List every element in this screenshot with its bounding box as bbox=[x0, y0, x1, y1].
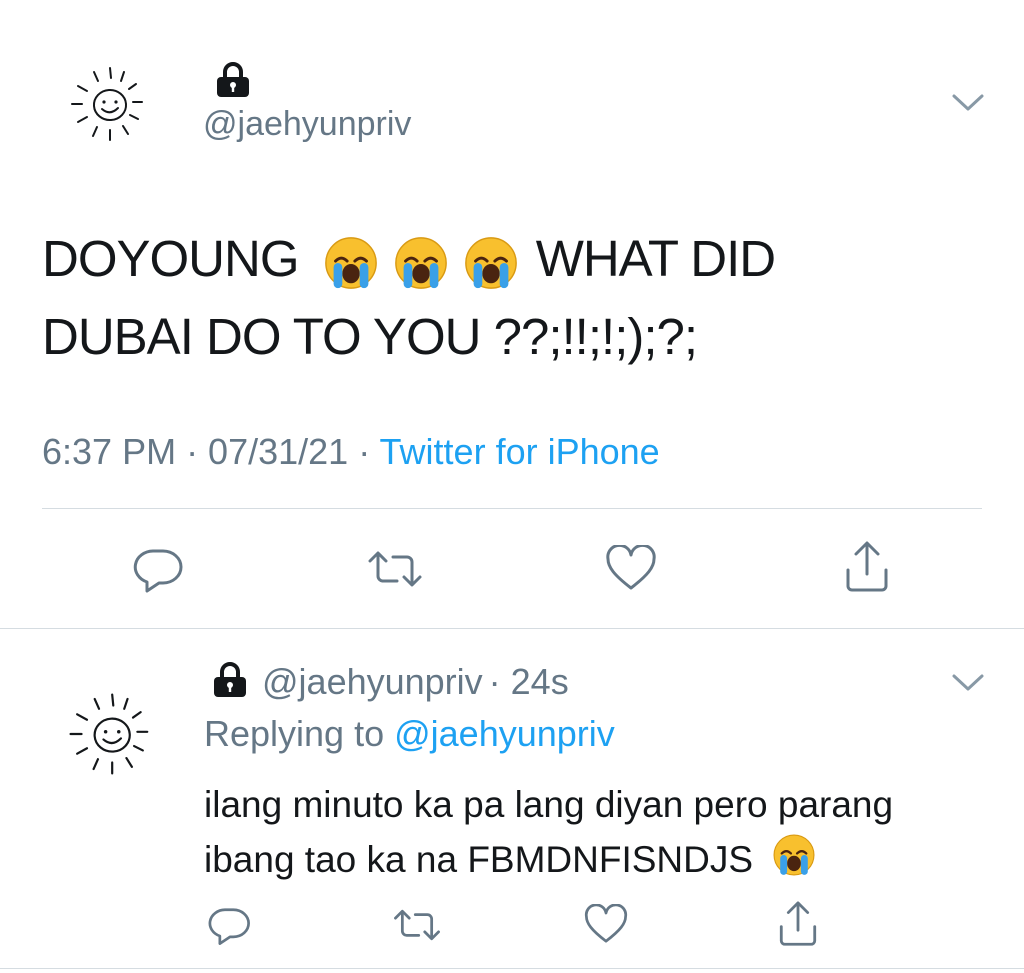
replying-to: Replying to @jaehyunpriv bbox=[204, 712, 615, 756]
replying-to-handle[interactable]: @jaehyunpriv bbox=[394, 713, 615, 754]
reply-icon[interactable] bbox=[133, 545, 185, 593]
tweet-source-link[interactable]: Twitter for iPhone bbox=[380, 431, 660, 472]
crying-face-emoji-icon bbox=[464, 236, 517, 289]
tweet-handle[interactable]: @jaehyunpriv bbox=[203, 104, 411, 144]
divider bbox=[0, 628, 1024, 629]
replying-to-label: Replying to bbox=[204, 713, 395, 754]
reply-icon[interactable] bbox=[208, 904, 252, 946]
tweet-text-part: DOYOUNG bbox=[42, 230, 300, 287]
sun-doodle-icon bbox=[69, 693, 149, 775]
share-icon[interactable] bbox=[842, 540, 892, 594]
tweet-timestamp: 6:37 PM · 07/31/21 · bbox=[42, 431, 380, 472]
tweet-text-line-2: DUBAI DO TO YOU ??;!!;!;);?; bbox=[42, 308, 698, 365]
reply-header: @jaehyunpriv · 24s bbox=[210, 660, 569, 704]
tweet-text-part: WHAT DID bbox=[535, 230, 776, 287]
tweet-text-line-1: DOYOUNG WHAT DID bbox=[42, 220, 982, 298]
reply-text-part: ibang tao ka na FBMDNFISNDJS bbox=[204, 839, 754, 880]
sun-doodle-icon bbox=[71, 67, 143, 141]
divider bbox=[42, 508, 982, 509]
avatar[interactable] bbox=[66, 62, 150, 146]
retweet-icon[interactable] bbox=[366, 545, 424, 593]
divider bbox=[0, 968, 1024, 969]
retweet-icon[interactable] bbox=[392, 904, 442, 946]
reply-text: ilang minuto ka pa lang diyan pero paran… bbox=[204, 778, 893, 887]
share-icon[interactable] bbox=[776, 900, 820, 948]
tweet-timestamp-row: 6:37 PM · 07/31/21 · Twitter for iPhone bbox=[42, 430, 660, 474]
tweet-text: DOYOUNG WHAT DID DUBAI DO TO YOU ??;!!;!… bbox=[42, 220, 982, 376]
avatar[interactable] bbox=[64, 688, 156, 780]
lock-icon bbox=[217, 62, 249, 97]
chevron-down-icon[interactable] bbox=[948, 88, 988, 116]
crying-face-emoji-icon bbox=[324, 236, 377, 289]
crying-face-emoji-icon bbox=[773, 834, 815, 876]
like-icon[interactable] bbox=[604, 545, 658, 593]
lock-icon bbox=[214, 662, 246, 697]
crying-face-emoji-icon bbox=[394, 236, 447, 289]
reply-time: · 24s bbox=[488, 661, 569, 702]
reply-text-line-1: ilang minuto ka pa lang diyan pero paran… bbox=[204, 784, 894, 825]
like-icon[interactable] bbox=[583, 904, 629, 946]
reply-text-line-2: ibang tao ka na FBMDNFISNDJS bbox=[204, 832, 893, 887]
chevron-down-icon[interactable] bbox=[948, 668, 988, 696]
reply-handle[interactable]: @jaehyunpriv bbox=[262, 661, 483, 702]
